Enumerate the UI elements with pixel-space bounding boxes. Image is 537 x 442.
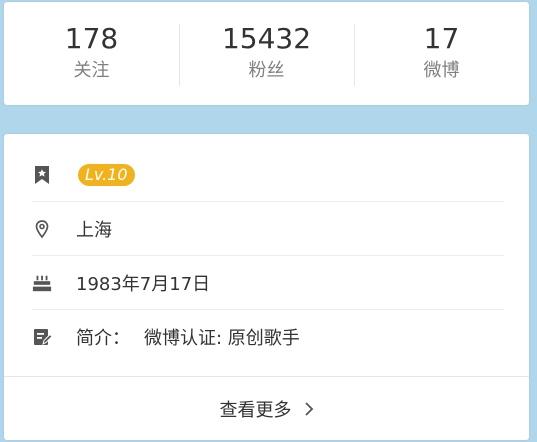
- location-row: 上海: [32, 202, 504, 256]
- view-more-button[interactable]: 查看更多: [4, 376, 529, 440]
- bio-row: 简介： 微博认证: 原创歌手: [32, 310, 504, 364]
- bio-text: 微博认证: 原创歌手: [144, 328, 300, 349]
- posts-label: 微博: [423, 59, 460, 81]
- bio-label: 简介：: [76, 328, 130, 349]
- stat-posts[interactable]: 17 微博: [354, 2, 529, 105]
- level-badge: Lv.10: [78, 163, 135, 186]
- followers-label: 粉丝: [248, 59, 285, 81]
- chevron-right-icon: [304, 401, 313, 416]
- cake-icon: [32, 273, 52, 293]
- view-more-label: 查看更多: [219, 399, 292, 421]
- stat-followers[interactable]: 15432 粉丝: [179, 2, 354, 105]
- following-label: 关注: [73, 59, 110, 81]
- level-row: Lv.10: [32, 148, 504, 202]
- birthday-text: 1983年7月17日: [76, 273, 211, 295]
- edit-note-icon: [32, 327, 52, 347]
- location-pin-icon: [32, 219, 52, 239]
- following-count: 178: [64, 21, 119, 55]
- birthday-row: 1983年7月17日: [32, 256, 504, 310]
- followers-count: 15432: [221, 21, 312, 55]
- stats-card: 178 关注 15432 粉丝 17 微博: [4, 2, 529, 105]
- location-text: 上海: [76, 219, 112, 241]
- bookmark-star-icon: [32, 165, 52, 185]
- info-card: Lv.10 上海 1983年7月17日 简介： 微博认证: 原创歌手 查看更多: [4, 134, 529, 440]
- posts-count: 17: [423, 21, 460, 55]
- stat-following[interactable]: 178 关注: [4, 2, 179, 105]
